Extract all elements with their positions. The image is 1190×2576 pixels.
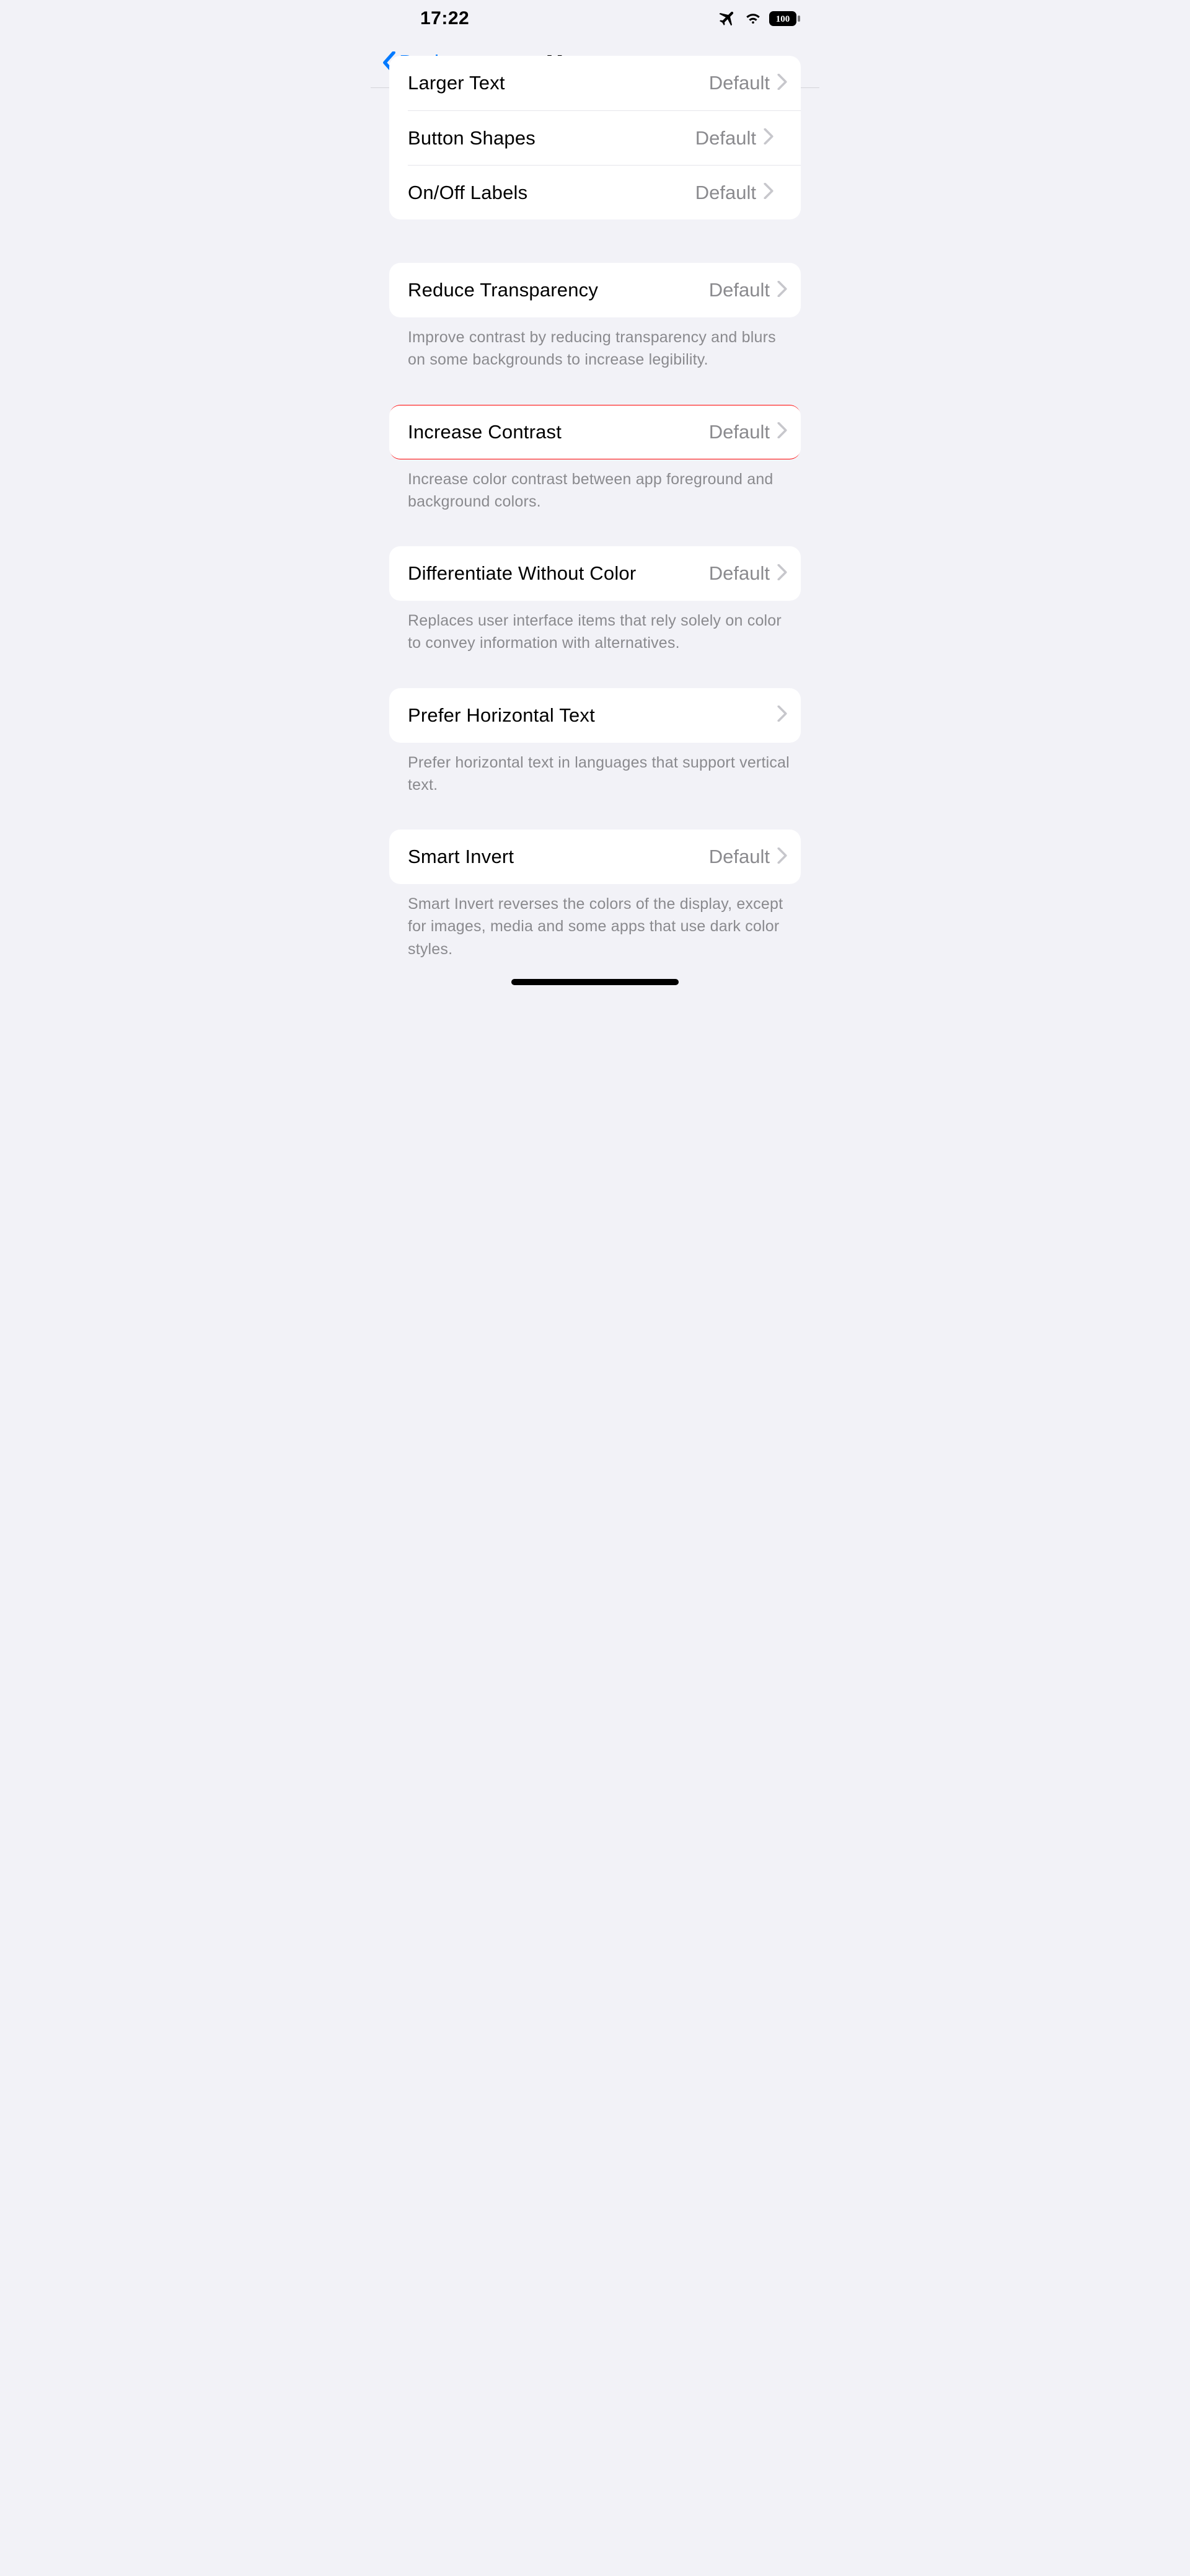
row-label: Larger Text xyxy=(408,72,505,94)
footer-prefer-horizontal-text: Prefer horizontal text in languages that… xyxy=(371,743,819,797)
group-increase-contrast: Increase Contrast Default xyxy=(389,405,801,459)
row-differentiate-without-color[interactable]: Differentiate Without Color Default xyxy=(389,546,801,601)
row-on-off-labels[interactable]: On/Off Labels Default xyxy=(408,165,801,219)
row-label: Reduce Transparency xyxy=(408,279,598,301)
row-reduce-transparency[interactable]: Reduce Transparency Default xyxy=(389,263,801,317)
device-frame: 17:22 100 Back Messages xyxy=(371,0,819,993)
row-larger-text[interactable]: Larger Text Default xyxy=(389,56,801,110)
airplane-mode-icon xyxy=(716,8,738,29)
wifi-icon xyxy=(744,9,762,28)
row-label: Increase Contrast xyxy=(408,421,562,443)
row-value: Default xyxy=(695,182,756,204)
row-value: Default xyxy=(695,127,756,149)
chevron-right-icon xyxy=(777,706,787,725)
chevron-right-icon xyxy=(777,74,787,93)
footer-smart-invert: Smart Invert reverses the colors of the … xyxy=(371,884,819,960)
chevron-right-icon xyxy=(777,422,787,441)
status-indicators: 100 xyxy=(716,8,801,29)
row-value: Default xyxy=(709,72,770,94)
row-smart-invert[interactable]: Smart Invert Default xyxy=(389,830,801,884)
chevron-right-icon xyxy=(764,128,774,148)
group-text-display: Larger Text Default Button Shapes Defaul… xyxy=(389,56,801,219)
battery-icon: 100 xyxy=(769,11,801,27)
row-button-shapes[interactable]: Button Shapes Default xyxy=(408,110,801,165)
row-value: Default xyxy=(709,846,770,868)
chevron-right-icon xyxy=(777,848,787,867)
footer-increase-contrast: Increase color contrast between app fore… xyxy=(371,459,819,513)
chevron-right-icon xyxy=(764,183,774,202)
home-indicator[interactable] xyxy=(511,979,679,985)
status-time: 17:22 xyxy=(420,8,469,29)
footer-differentiate-without-color: Replaces user interface items that rely … xyxy=(371,601,819,655)
row-label: Differentiate Without Color xyxy=(408,562,636,585)
group-reduce-transparency: Reduce Transparency Default xyxy=(389,263,801,317)
row-value: Default xyxy=(709,562,770,585)
row-label: Button Shapes xyxy=(408,127,536,149)
row-label: On/Off Labels xyxy=(408,182,527,204)
footer-reduce-transparency: Improve contrast by reducing transparenc… xyxy=(371,317,819,371)
settings-scroll[interactable]: Larger Text Default Button Shapes Defaul… xyxy=(371,88,819,993)
row-label: Prefer Horizontal Text xyxy=(408,704,595,727)
row-value: Default xyxy=(709,279,770,301)
group-prefer-horizontal-text: Prefer Horizontal Text xyxy=(389,688,801,743)
group-smart-invert: Smart Invert Default xyxy=(389,830,801,884)
status-bar: 17:22 100 xyxy=(371,0,819,37)
row-label: Smart Invert xyxy=(408,846,514,868)
row-increase-contrast[interactable]: Increase Contrast Default xyxy=(389,405,801,459)
row-value: Default xyxy=(709,421,770,443)
chevron-right-icon xyxy=(777,281,787,300)
row-prefer-horizontal-text[interactable]: Prefer Horizontal Text xyxy=(389,688,801,743)
group-differentiate-without-color: Differentiate Without Color Default xyxy=(389,546,801,601)
battery-percent-text: 100 xyxy=(776,14,790,24)
chevron-right-icon xyxy=(777,564,787,583)
